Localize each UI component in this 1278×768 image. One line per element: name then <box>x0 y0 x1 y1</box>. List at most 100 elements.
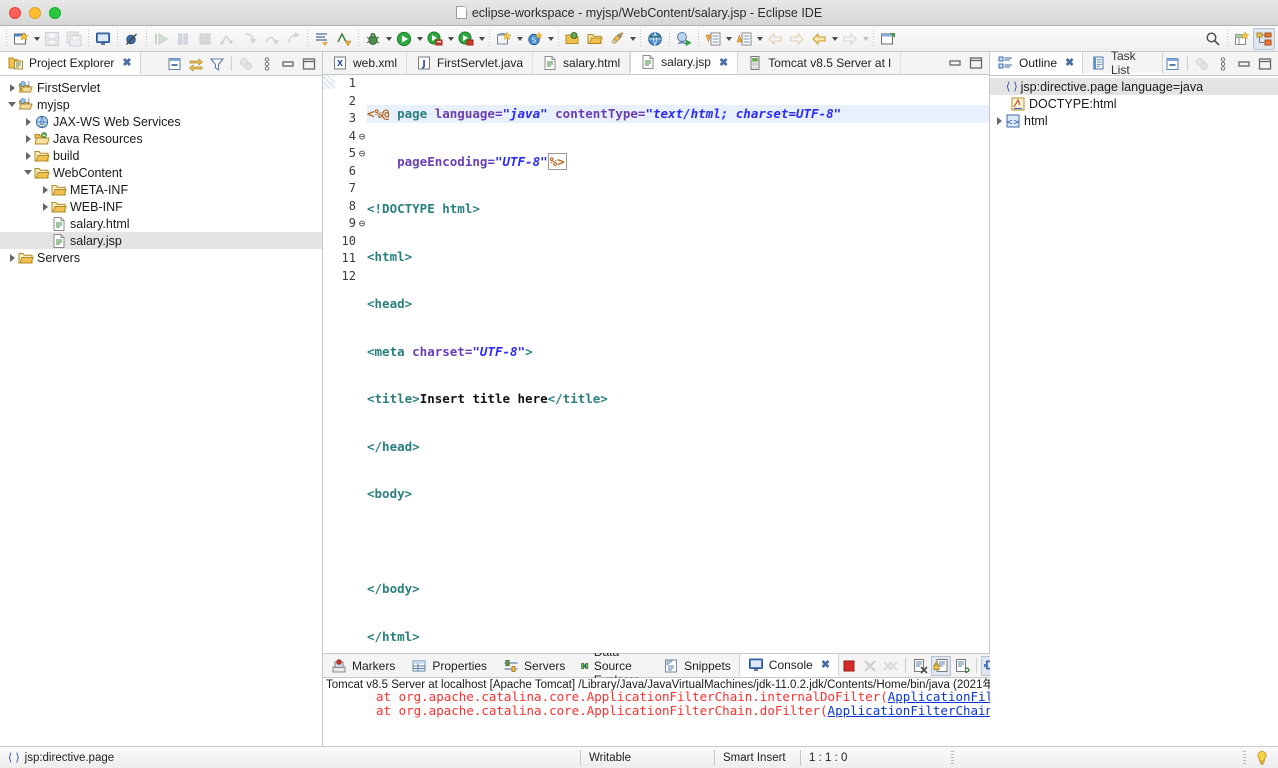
back-navigation-dropdown[interactable] <box>830 28 839 50</box>
console-stack-link[interactable]: ApplicationFilterChain.java:166 <box>828 703 990 718</box>
minimize-window-button[interactable] <box>29 6 41 19</box>
save-button[interactable] <box>41 28 63 50</box>
minimize-icon[interactable] <box>945 53 965 73</box>
run-dropdown[interactable] <box>415 28 424 50</box>
search-icon[interactable] <box>1202 28 1224 50</box>
save-all-button[interactable] <box>63 28 85 50</box>
tab-markers[interactable]: Markers <box>323 654 404 677</box>
next-edit-dropdown[interactable] <box>755 28 764 50</box>
expand-arrow-icon[interactable] <box>39 181 51 198</box>
minimize-icon[interactable] <box>278 54 298 74</box>
previous-edit-dropdown[interactable] <box>724 28 733 50</box>
tree-item-jaxws[interactable]: JAX-WS Web Services <box>0 113 322 130</box>
profile-dropdown[interactable] <box>477 28 486 50</box>
java-ee-perspective-button[interactable] <box>1253 27 1275 50</box>
expand-arrow-icon[interactable] <box>22 147 34 164</box>
tree-item-salary-jsp[interactable]: salary.jsp <box>0 232 322 249</box>
expand-arrow-icon[interactable] <box>39 198 51 215</box>
pin-editor-button[interactable] <box>877 28 899 50</box>
forward-navigation-dropdown[interactable] <box>861 28 870 50</box>
tab-task-list[interactable]: Task List <box>1083 49 1163 77</box>
tree-item-meta-inf[interactable]: META-INF <box>0 181 322 198</box>
resume-button[interactable] <box>150 28 172 50</box>
launch-dropdown[interactable] <box>628 28 637 50</box>
fold-marker[interactable]: ⊖ <box>357 145 367 163</box>
tab-data-source-explorer[interactable]: Data Source Explorer <box>573 645 656 687</box>
tab-project-explorer[interactable]: Project Explorer ✖ <box>0 52 141 75</box>
console-output[interactable]: Tomcat v8.5 Server at localhost [Apache … <box>323 678 990 746</box>
new-servlet-dropdown[interactable] <box>546 28 555 50</box>
view-menu-icon[interactable] <box>1213 54 1233 74</box>
focus-task-icon[interactable] <box>236 54 256 74</box>
tab-web-xml[interactable]: X web.xml <box>323 52 408 75</box>
close-icon[interactable]: ✖ <box>122 56 131 69</box>
status-tip[interactable] <box>1246 747 1278 768</box>
next-annotation-button[interactable] <box>311 28 333 50</box>
project-tree[interactable]: J! FirstServlet J myjsp JAX-WS Web Servi… <box>0 76 322 746</box>
skip-all-breakpoints-button[interactable] <box>121 28 143 50</box>
suspend-button[interactable] <box>172 28 194 50</box>
word-wrap-icon[interactable] <box>952 656 972 676</box>
code-editor[interactable]: 1 2 3 4 5 6 7 8 9 10 11 12 ⊖ ⊖ ⊖ <%@ pag… <box>323 75 989 653</box>
maximize-icon[interactable] <box>1255 54 1275 74</box>
maximize-icon[interactable] <box>299 54 319 74</box>
next-edit-button[interactable] <box>733 28 755 50</box>
console-stack-link[interactable]: ApplicationFilterChain.java:231 <box>888 689 990 704</box>
open-type-button[interactable] <box>333 28 355 50</box>
collapse-all-icon[interactable] <box>165 54 185 74</box>
tab-snippets[interactable]: Snippets <box>655 654 739 677</box>
tree-item-servers[interactable]: Servers <box>0 249 322 266</box>
tree-item-webcontent[interactable]: WebContent <box>0 164 322 181</box>
new-java-project-button[interactable] <box>493 28 515 50</box>
clear-console-icon[interactable] <box>910 656 930 676</box>
disconnect-button[interactable] <box>216 28 238 50</box>
scroll-lock-icon[interactable] <box>931 655 952 676</box>
tab-salary-html[interactable]: salary.html <box>533 52 631 75</box>
terminate-red-icon[interactable] <box>839 656 859 676</box>
remove-launch-icon[interactable] <box>860 656 880 676</box>
back-navigation-button[interactable] <box>808 28 830 50</box>
back-history-button[interactable] <box>764 28 786 50</box>
previous-edit-button[interactable] <box>702 28 724 50</box>
outline-item-jsp-directive[interactable]: ⟨ ⟩ jsp:directive.page language=java <box>990 78 1278 95</box>
run-button[interactable] <box>393 28 415 50</box>
new-servlet-button[interactable]: S <box>524 28 546 50</box>
fold-marker-column[interactable]: ⊖ ⊖ ⊖ <box>357 75 367 653</box>
outline-tree[interactable]: ⟨ ⟩ jsp:directive.page language=java DOC… <box>990 76 1278 746</box>
focus-task-icon[interactable] <box>1192 54 1212 74</box>
debug-button[interactable] <box>362 28 384 50</box>
run-on-server-button[interactable] <box>424 28 446 50</box>
globe-browser-button[interactable] <box>644 28 666 50</box>
collapse-all-icon[interactable] <box>1163 54 1183 74</box>
step-return-button[interactable] <box>282 28 304 50</box>
tab-salary-jsp[interactable]: salary.jsp ✖ <box>630 52 739 75</box>
step-over-button[interactable] <box>260 28 282 50</box>
forward-history-button[interactable] <box>786 28 808 50</box>
link-with-editor-icon[interactable] <box>186 54 206 74</box>
expand-arrow-icon[interactable] <box>22 113 34 130</box>
collapse-arrow-icon[interactable] <box>6 96 18 113</box>
debug-dropdown[interactable] <box>384 28 393 50</box>
tree-item-build[interactable]: build <box>0 147 322 164</box>
forward-navigation-button[interactable] <box>839 28 861 50</box>
collapse-arrow-icon[interactable] <box>22 164 34 181</box>
maximize-window-button[interactable] <box>49 6 61 19</box>
console-button[interactable] <box>92 28 114 50</box>
tree-item-myjsp[interactable]: J myjsp <box>0 96 322 113</box>
tab-firstservlet-java[interactable]: J FirstServlet.java <box>407 52 534 75</box>
expand-arrow-icon[interactable] <box>993 112 1005 129</box>
fold-marker[interactable]: ⊖ <box>357 215 367 233</box>
tab-tomcat-server[interactable]: Tomcat v8.5 Server at l <box>738 52 901 75</box>
open-package-button[interactable] <box>562 28 584 50</box>
task-run-button[interactable] <box>673 28 695 50</box>
expand-arrow-icon[interactable] <box>22 130 34 147</box>
expand-arrow-icon[interactable] <box>6 249 18 266</box>
tab-outline[interactable]: Outline ✖ <box>990 52 1084 75</box>
tree-item-java-resources[interactable]: Java Resources <box>0 130 322 147</box>
outline-item-html[interactable]: <> html <box>990 112 1278 129</box>
open-perspective-button[interactable] <box>1231 28 1253 50</box>
terminate-button[interactable] <box>194 28 216 50</box>
outline-item-doctype[interactable]: DOCTYPE:html <box>990 95 1278 112</box>
filter-icon[interactable] <box>207 54 227 74</box>
status-drag-handle[interactable] <box>951 750 954 765</box>
